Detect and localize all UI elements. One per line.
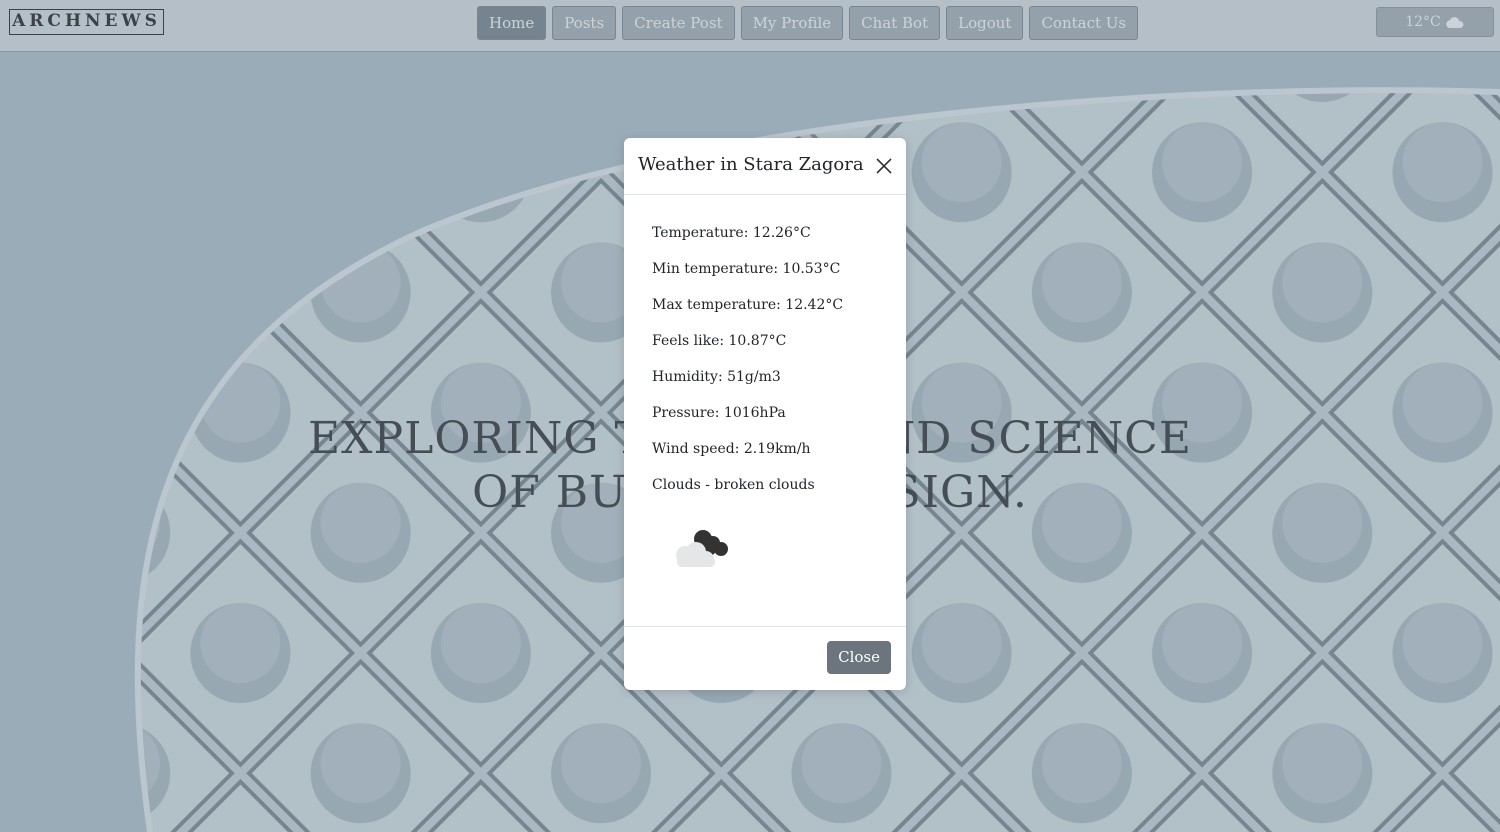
- temperature-text: Temperature: 12.26°C: [652, 225, 811, 241]
- max-temperature-text: Max temperature: 12.42°C: [652, 297, 844, 313]
- modal-title: Weather in Stara Zagora: [638, 154, 864, 175]
- pressure-text: Pressure: 1016hPa: [652, 405, 786, 421]
- feels-like-text: Feels like: 10.87°C: [652, 333, 787, 349]
- clouds-text: Clouds - broken clouds: [652, 477, 815, 493]
- wind-speed-text: Wind speed: 2.19km/h: [652, 441, 811, 457]
- close-button[interactable]: Close: [827, 641, 891, 674]
- humidity-text: Humidity: 51g/m3: [652, 369, 781, 385]
- modal-footer: Close: [624, 626, 906, 690]
- min-temperature-text: Min temperature: 10.53°C: [652, 261, 841, 277]
- broken-clouds-icon: [676, 530, 728, 567]
- modal-header: Weather in Stara Zagora: [624, 138, 906, 195]
- close-icon[interactable]: [874, 156, 894, 176]
- modal-body: Temperature: 12.26°C Min temperature: 10…: [624, 195, 906, 575]
- weather-modal: Weather in Stara Zagora Temperature: 12.…: [624, 138, 906, 690]
